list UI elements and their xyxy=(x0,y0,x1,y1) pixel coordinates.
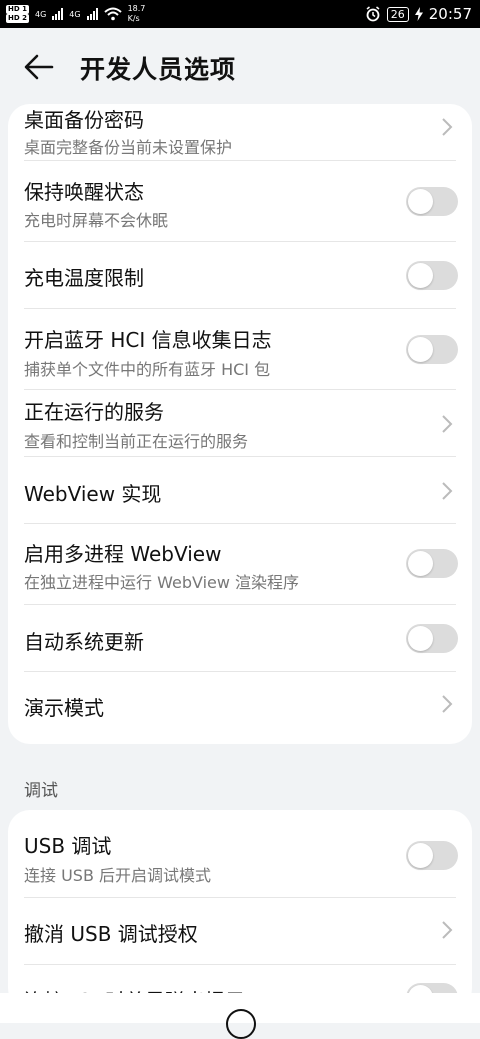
setting-subtitle: 查看和控制当前正在运行的服务 xyxy=(24,432,249,451)
battery-icon: 26 xyxy=(386,6,409,22)
chevron-right-icon xyxy=(442,921,453,939)
hd2-badge: HD 2 xyxy=(6,14,29,23)
setting-title: 正在运行的服务 xyxy=(24,400,164,424)
sim2-type: 4G xyxy=(69,9,81,19)
setting-title: 充电温度限制 xyxy=(24,266,144,290)
setting-charging-temp-limit[interactable]: 充电温度限制 xyxy=(8,242,472,308)
setting-bluetooth-hci-log[interactable]: 开启蓝牙 HCI 信息收集日志 捕获单个文件中的所有蓝牙 HCI 包 xyxy=(8,309,472,389)
page-title: 开发人员选项 xyxy=(80,55,237,84)
setting-subtitle: 充电时屏幕不会休眠 xyxy=(24,211,169,230)
setting-demo-mode[interactable]: 演示模式 xyxy=(8,672,472,738)
sim1-type: 4G xyxy=(34,9,47,19)
chevron-right-icon xyxy=(442,482,453,500)
chevron-right-icon xyxy=(442,415,453,433)
chevron-right-icon xyxy=(442,118,453,136)
wifi-icon xyxy=(103,7,122,21)
section-label-debug: 调试 xyxy=(24,781,58,801)
multiprocess-webview-toggle[interactable] xyxy=(406,549,458,578)
setting-running-services[interactable]: 正在运行的服务 查看和控制当前正在运行的服务 xyxy=(8,390,472,456)
status-bar: HD 1 HD 2 4G 4G 18.7 K/s 26 20:57 xyxy=(0,0,480,28)
chevron-right-icon xyxy=(442,695,453,713)
setting-stay-awake[interactable]: 保持唤醒状态 充电时屏幕不会休眠 xyxy=(8,161,472,241)
bluetooth-hci-log-toggle[interactable] xyxy=(406,335,458,364)
setting-subtitle: 捕获单个文件中的所有蓝牙 HCI 包 xyxy=(24,360,271,379)
network-speed: 18.7 K/s xyxy=(128,4,146,24)
setting-subtitle: 在独立进程中运行 WebView 渲染程序 xyxy=(24,573,300,592)
clock: 20:57 xyxy=(428,5,472,23)
setting-auto-system-update[interactable]: 自动系统更新 xyxy=(8,605,472,671)
auto-system-update-toggle[interactable] xyxy=(406,624,458,653)
navigation-bar xyxy=(0,993,480,1039)
setting-title: 保持唤醒状态 xyxy=(24,180,144,204)
charging-icon xyxy=(414,7,423,21)
charging-temp-limit-toggle[interactable] xyxy=(406,261,458,290)
signal-icon-2 xyxy=(86,8,98,20)
home-button-icon[interactable] xyxy=(226,1009,256,1039)
stay-awake-toggle[interactable] xyxy=(406,187,458,216)
usb-debugging-toggle[interactable] xyxy=(406,841,458,870)
setting-title: 自动系统更新 xyxy=(24,630,144,654)
setting-title: WebView 实现 xyxy=(24,482,162,506)
setting-webview-implementation[interactable]: WebView 实现 xyxy=(8,457,472,523)
setting-multiprocess-webview[interactable]: 启用多进程 WebView 在独立进程中运行 WebView 渲染程序 xyxy=(8,524,472,604)
setting-title: 开启蓝牙 HCI 信息收集日志 xyxy=(24,328,272,352)
page-header: 开发人员选项 xyxy=(0,28,480,106)
setting-title: 启用多进程 WebView xyxy=(24,542,222,566)
back-arrow-icon[interactable] xyxy=(22,50,56,84)
setting-subtitle: 连接 USB 后开启调试模式 xyxy=(24,866,212,885)
setting-revoke-usb-auth[interactable]: 撤消 USB 调试授权 xyxy=(8,898,472,964)
status-right: 26 20:57 xyxy=(365,0,472,28)
developer-options-card: 桌面备份密码 桌面完整备份当前未设置保护 保持唤醒状态 充电时屏幕不会休眠 充电… xyxy=(8,104,472,744)
signal-icon xyxy=(52,8,64,20)
debug-card: USB 调试 连接 USB 后开启调试模式 撤消 USB 调试授权 连接USB时… xyxy=(8,810,472,1010)
setting-desktop-backup-password[interactable]: 桌面备份密码 桌面完整备份当前未设置保护 xyxy=(8,104,472,160)
setting-subtitle: 桌面完整备份当前未设置保护 xyxy=(24,138,233,157)
setting-title: USB 调试 xyxy=(24,834,112,858)
hd-indicators: HD 1 HD 2 xyxy=(6,5,29,23)
setting-title: 撤消 USB 调试授权 xyxy=(24,922,198,946)
setting-title: 桌面备份密码 xyxy=(24,108,144,132)
setting-title: 演示模式 xyxy=(24,696,104,720)
setting-usb-debugging[interactable]: USB 调试 连接 USB 后开启调试模式 xyxy=(8,810,472,896)
hd1-badge: HD 1 xyxy=(6,5,29,14)
alarm-icon xyxy=(366,6,380,22)
network-speed-value: 18.7 xyxy=(127,4,146,13)
status-left: HD 1 HD 2 4G 4G 18.7 K/s xyxy=(6,0,145,28)
network-speed-unit: K/s xyxy=(127,14,140,23)
